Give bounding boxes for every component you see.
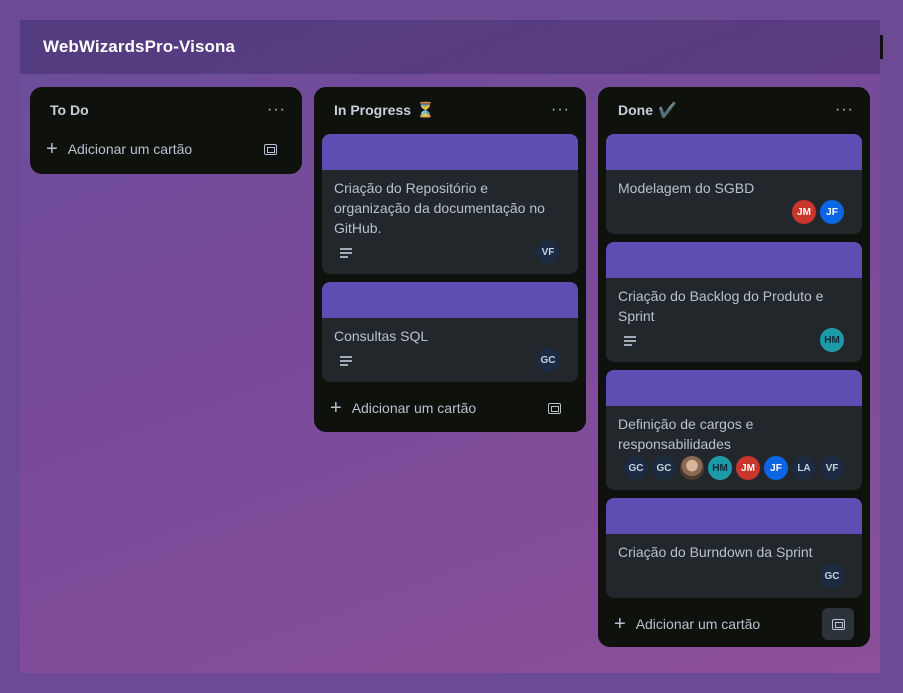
card-template-button[interactable]: [538, 392, 570, 424]
card-title: Definição de cargos e responsabilidades: [618, 416, 754, 452]
avatar[interactable]: HM: [820, 328, 844, 352]
add-card-row: + Adicionar um cartão: [322, 392, 578, 424]
add-card-row: + Adicionar um cartão: [606, 608, 862, 640]
add-card-label: Adicionar um cartão: [635, 616, 761, 632]
add-card-label: Adicionar um cartão: [67, 141, 193, 157]
check-mark-icon: ✔️: [658, 101, 677, 119]
card-members: VF: [536, 240, 560, 264]
avatar[interactable]: JF: [820, 200, 844, 224]
list-in-progress: In Progress ⏳ ··· Criação do Repositório…: [314, 87, 586, 432]
add-card-button[interactable]: + Adicionar um cartão: [614, 614, 760, 634]
card[interactable]: Definição de cargos e responsabilidades …: [606, 370, 862, 490]
list-header: In Progress ⏳ ···: [314, 87, 586, 133]
description-icon: [624, 336, 636, 348]
list-title[interactable]: To Do: [50, 102, 89, 118]
card-members: GC: [536, 348, 560, 372]
avatar[interactable]: HM: [708, 456, 732, 480]
card[interactable]: Criação do Repositório e organização da …: [322, 134, 578, 274]
plus-icon: +: [614, 613, 626, 635]
avatar[interactable]: LA: [792, 456, 816, 480]
card-title: Criação do Repositório e organização da …: [334, 180, 545, 236]
hourglass-icon: ⏳: [416, 101, 435, 119]
avatar-photo[interactable]: [680, 456, 704, 480]
list-menu-icon[interactable]: ···: [835, 101, 854, 119]
card-template-button[interactable]: [254, 133, 286, 165]
card[interactable]: Consultas SQL GC: [322, 282, 578, 382]
list-header: Done ✔️ ···: [598, 87, 870, 133]
card-cover: [606, 498, 862, 534]
card[interactable]: Criação do Backlog do Produto e Sprint H…: [606, 242, 862, 362]
card-cover: [322, 134, 578, 170]
board-header: WebWizardsPro-Visona: [20, 20, 880, 74]
card-members: HM: [820, 328, 844, 352]
card[interactable]: Modelagem do SGBD JM JF: [606, 134, 862, 234]
card-title: Modelagem do SGBD: [618, 180, 755, 196]
card-cover: [606, 134, 862, 170]
list-title[interactable]: In Progress: [334, 102, 411, 118]
add-card-button[interactable]: + Adicionar um cartão: [330, 398, 476, 418]
card-members: GC: [820, 564, 844, 588]
avatar[interactable]: GC: [652, 456, 676, 480]
plus-icon: +: [46, 138, 58, 160]
list-title[interactable]: Done: [618, 102, 653, 118]
board-canvas: WebWizardsPro-Visona To Do ··· + Adicion…: [20, 20, 880, 673]
description-icon: [340, 248, 352, 260]
card-title: Consultas SQL: [334, 328, 429, 344]
avatar[interactable]: JM: [792, 200, 816, 224]
card[interactable]: Criação do Burndown da Sprint GC: [606, 498, 862, 598]
list-to-do: To Do ··· + Adicionar um cartão: [30, 87, 302, 174]
plus-icon: +: [330, 397, 342, 419]
card-title: Criação do Burndown da Sprint: [618, 544, 813, 560]
avatar[interactable]: GC: [820, 564, 844, 588]
card-members: GC GC HM JM JF LA VF: [624, 456, 844, 480]
window-edge-marker: [880, 35, 883, 59]
avatar[interactable]: VF: [536, 240, 560, 264]
card-template-icon: [263, 143, 277, 155]
card-cover: [606, 242, 862, 278]
card-template-icon: [547, 402, 561, 414]
add-card-row: + Adicionar um cartão: [38, 133, 294, 165]
avatar[interactable]: GC: [536, 348, 560, 372]
avatar[interactable]: JM: [736, 456, 760, 480]
board-title[interactable]: WebWizardsPro-Visona: [43, 37, 235, 57]
add-card-label: Adicionar um cartão: [351, 400, 477, 416]
card-cover: [606, 370, 862, 406]
description-icon: [340, 356, 352, 368]
card-template-icon: [831, 618, 845, 630]
avatar[interactable]: JF: [764, 456, 788, 480]
card-template-button[interactable]: [822, 608, 854, 640]
list-menu-icon[interactable]: ···: [551, 101, 570, 119]
list-menu-icon[interactable]: ···: [267, 101, 286, 119]
avatar[interactable]: GC: [624, 456, 648, 480]
card-title: Criação do Backlog do Produto e Sprint: [618, 288, 824, 324]
avatar[interactable]: VF: [820, 456, 844, 480]
add-card-button[interactable]: + Adicionar um cartão: [46, 139, 192, 159]
card-members: JM JF: [792, 200, 844, 224]
list-done: Done ✔️ ··· Modelagem do SGBD JM JF Cria…: [598, 87, 870, 647]
list-header: To Do ···: [30, 87, 302, 133]
card-cover: [322, 282, 578, 318]
